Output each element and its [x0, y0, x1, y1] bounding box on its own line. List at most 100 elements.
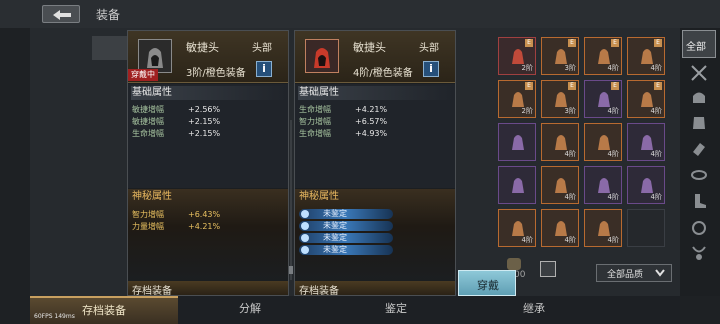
- inventory-slot[interactable]: 4阶: [627, 166, 665, 204]
- inventory-slot[interactable]: E 4阶: [627, 80, 665, 118]
- equipment-item-icon: [512, 178, 524, 193]
- item-tier-label: 4阶: [564, 150, 576, 158]
- red-hood-icon: [305, 39, 339, 73]
- item-tier-label: 4阶: [650, 64, 662, 72]
- inventory-slot[interactable]: 4阶: [498, 209, 536, 247]
- boots-icon[interactable]: [690, 192, 708, 210]
- top-bar: 装备: [0, 0, 720, 28]
- basic-attributes: 基础属性 生命增幅 +4.21% 智力增幅 +6.57% 生命增幅 +4.93%: [295, 84, 455, 188]
- inventory-slot[interactable]: 4阶: [541, 166, 579, 204]
- inventory-grid: E 2阶 E 3阶 E 4阶 E 4阶 E 2阶 E 3阶 E 4阶 E 4阶 4阶 4阶 4阶 4阶 4阶 4阶 4阶 4阶…: [498, 37, 672, 249]
- stat-row: 智力增幅 +6.57%: [299, 117, 388, 126]
- item-tier: 4阶/橙色装备: [353, 68, 413, 79]
- item-name: 敏捷头: [353, 41, 386, 54]
- item-tier-label: 4阶: [521, 236, 533, 244]
- divider-grip: [289, 120, 293, 280]
- basic-attributes-title: 基础属性: [298, 86, 454, 100]
- inventory-slot[interactable]: E 3阶: [541, 37, 579, 75]
- card-header: 穿戴中 敏捷头 头部 3阶/橙色装备 i: [128, 31, 288, 83]
- inventory-slot[interactable]: 4阶: [627, 123, 665, 161]
- book-icon[interactable]: [540, 261, 556, 277]
- back-button[interactable]: [42, 5, 80, 23]
- helmet-icon[interactable]: [690, 88, 708, 106]
- tab-dismantle[interactable]: 分解: [176, 296, 324, 324]
- potion-icon: [507, 258, 521, 270]
- page-title: 装备: [96, 8, 121, 22]
- item-tier-label: 4阶: [650, 107, 662, 115]
- tab-inherit[interactable]: 继承: [460, 296, 608, 324]
- equipped-item-card: 穿戴中 敏捷头 头部 3阶/橙色装备 i 基础属性 敏捷增幅 +2.56% 敏捷增…: [127, 30, 289, 297]
- unidentified-slot: 未鉴定: [299, 233, 393, 243]
- inventory-slot[interactable]: [498, 123, 536, 161]
- quality-filter-select[interactable]: 全部品质: [596, 264, 672, 282]
- info-button[interactable]: i: [423, 61, 439, 77]
- item-tier-label: 4阶: [607, 107, 619, 115]
- equipped-marker: E: [654, 39, 662, 47]
- inventory-slot[interactable]: 4阶: [541, 209, 579, 247]
- ring-icon[interactable]: [690, 218, 708, 236]
- crossed-swords-icon[interactable]: [690, 64, 708, 82]
- hood-icon: [138, 39, 172, 73]
- inventory-slot[interactable]: 4阶: [584, 166, 622, 204]
- equipment-item-icon: [512, 135, 524, 150]
- inventory-slot[interactable]: 4阶: [584, 123, 622, 161]
- stat-row: 智力增幅 +6.43%: [132, 210, 221, 219]
- item-tier-label: 4阶: [564, 193, 576, 201]
- item-slot: 头部: [419, 43, 439, 54]
- category-all-tab[interactable]: 全部: [682, 30, 716, 58]
- basic-attributes-title: 基础属性: [131, 86, 287, 100]
- belt-icon[interactable]: [690, 166, 708, 184]
- item-tier-label: 4阶: [607, 64, 619, 72]
- tab-identify[interactable]: 鉴定: [322, 296, 470, 324]
- stat-row: 生命增幅 +4.21%: [299, 105, 388, 114]
- item-tier-label: 4阶: [650, 150, 662, 158]
- side-panel-tab: [92, 36, 128, 60]
- item-tier-label: 3阶: [564, 107, 576, 115]
- unidentified-slot: 未鉴定: [299, 209, 393, 219]
- inventory-slot[interactable]: E 2阶: [498, 80, 536, 118]
- item-tier-label: 4阶: [607, 236, 619, 244]
- item-name: 敏捷头: [186, 41, 219, 54]
- item-tier-label: 4阶: [607, 193, 619, 201]
- inventory-slot[interactable]: 4阶: [584, 209, 622, 247]
- save-equipment-button[interactable]: 存档装备: [295, 281, 455, 297]
- inventory-slot[interactable]: [498, 166, 536, 204]
- chevron-down-icon: [655, 269, 665, 277]
- bottom-tab-bar: 存档装备 分解 鉴定 继承: [30, 296, 680, 324]
- item-tier-label: 2阶: [521, 107, 533, 115]
- mystic-attributes: 神秘属性 未鉴定 未鉴定 未鉴定 未鉴定: [295, 189, 455, 283]
- equipped-marker: E: [568, 39, 576, 47]
- item-tier: 3阶/橙色装备: [186, 68, 246, 79]
- inventory-slot[interactable]: E 4阶: [584, 37, 622, 75]
- fps-counter: 60FPS 149ms: [34, 313, 75, 320]
- inventory-slot[interactable]: E 4阶: [627, 37, 665, 75]
- unidentified-slot: 未鉴定: [299, 221, 393, 231]
- info-button[interactable]: i: [256, 61, 272, 77]
- bracer-icon[interactable]: [690, 140, 708, 158]
- unidentified-slot: 未鉴定: [299, 245, 393, 255]
- save-equipment-button[interactable]: 存档装备: [128, 281, 288, 297]
- inventory-slot[interactable]: [627, 209, 665, 247]
- equipped-marker: E: [525, 39, 533, 47]
- inventory-slot[interactable]: 4阶: [541, 123, 579, 161]
- equipped-marker: E: [611, 82, 619, 90]
- item-tier-label: 4阶: [607, 150, 619, 158]
- armor-icon[interactable]: [690, 114, 708, 132]
- stat-row: 生命增幅 +2.15%: [132, 129, 221, 138]
- inventory-slot[interactable]: E 3阶: [541, 80, 579, 118]
- back-arrow-icon: [53, 10, 71, 20]
- item-slot: 头部: [252, 43, 272, 54]
- amulet-icon[interactable]: [690, 244, 708, 262]
- inventory-slot[interactable]: E 4阶: [584, 80, 622, 118]
- equip-button[interactable]: 穿戴: [458, 270, 516, 296]
- equipped-marker: E: [654, 82, 662, 90]
- stat-row: 敏捷增幅 +2.15%: [132, 117, 221, 126]
- stat-row: 力量增幅 +4.21%: [132, 222, 221, 231]
- mystic-attributes: 神秘属性 智力增幅 +6.43% 力量增幅 +4.21%: [128, 189, 288, 283]
- item-tier-label: 2阶: [521, 64, 533, 72]
- candidate-item-card: 敏捷头 头部 4阶/橙色装备 i 基础属性 生命增幅 +4.21% 智力增幅 +6.…: [294, 30, 456, 297]
- stat-row: 生命增幅 +4.93%: [299, 129, 388, 138]
- stat-row: 敏捷增幅 +2.56%: [132, 105, 221, 114]
- inventory-slot[interactable]: E 2阶: [498, 37, 536, 75]
- equipped-marker: E: [611, 39, 619, 47]
